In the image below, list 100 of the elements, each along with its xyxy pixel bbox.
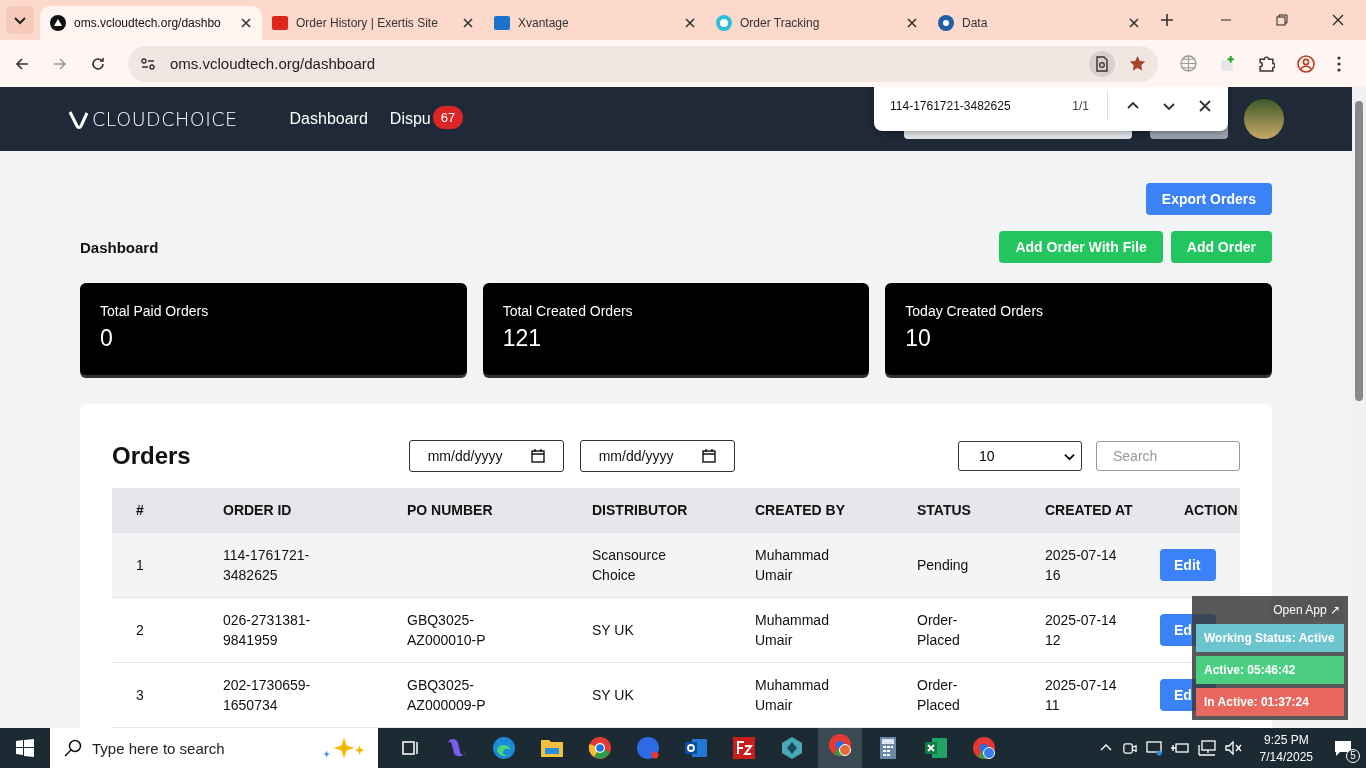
favicon-icon — [272, 15, 288, 31]
browser-tab[interactable]: Xvantage — [484, 6, 706, 40]
distributor-cell-text: Scansource Choice — [592, 546, 667, 585]
browser-tab[interactable]: Order Tracking — [706, 6, 928, 40]
spreadsheet-icon[interactable] — [924, 736, 948, 760]
avatar-photo-placeholder[interactable] — [1244, 99, 1284, 139]
nav-link[interactable]: Dispu — [389, 110, 431, 128]
hexagon-app-icon[interactable] — [780, 736, 804, 760]
address-bar[interactable]: oms.vcloudtech.org/dashboard — [128, 45, 1158, 82]
network-icon[interactable] — [1197, 740, 1216, 756]
scrollbar[interactable] — [1352, 87, 1366, 728]
tab-list-caret-icon[interactable] — [6, 6, 34, 34]
scroll-thumb[interactable] — [1355, 101, 1363, 401]
close-icon[interactable] — [684, 17, 696, 29]
search-icon[interactable] — [64, 739, 82, 757]
row-number: 3 — [136, 686, 144, 705]
page-search-icon[interactable] — [1089, 50, 1115, 77]
po-number-cell-text: GBQ3025-AZ000010-P — [407, 611, 487, 650]
close-icon[interactable] — [1198, 98, 1212, 113]
column-header: ORDER ID — [222, 502, 293, 518]
taskbar-search-field[interactable]: Type here to search — [50, 728, 378, 768]
restore-icon[interactable] — [1276, 14, 1288, 26]
status-bar: Active: 05:46:42 — [1196, 656, 1344, 684]
forward-icon[interactable] — [52, 55, 68, 72]
status-cell-text: Pending — [917, 556, 969, 575]
status-bar: In Active: 01:37:24 — [1196, 688, 1344, 716]
file-transfer-app-icon[interactable] — [732, 736, 756, 760]
wave-browser-icon[interactable] — [492, 736, 516, 760]
search-field[interactable]: Search — [1096, 441, 1240, 471]
edit-button[interactable]: Edit — [1160, 549, 1216, 581]
created-by-cell-text: Muhammad Umair — [755, 611, 830, 650]
profile-icon[interactable] — [1297, 54, 1315, 73]
find-query-field[interactable]: 114-1761721-3482625 — [890, 98, 1059, 113]
date-from-field[interactable]: mm/dd/yyyy — [408, 440, 564, 472]
close-icon[interactable] — [240, 17, 252, 29]
stat-label: Total Created Orders — [502, 303, 633, 319]
orders-title: Orders — [112, 442, 191, 470]
clock-time[interactable]: 9:25 PM — [1263, 732, 1309, 747]
site-settings-icon[interactable] — [140, 55, 156, 72]
calendar-icon[interactable] — [701, 449, 716, 463]
favicon-icon — [938, 15, 954, 31]
browser-profile-icon[interactable] — [828, 733, 852, 757]
browser-profile-icon[interactable] — [972, 736, 996, 760]
nav-link[interactable]: Dashboard — [289, 110, 368, 128]
favicon-icon — [716, 15, 732, 31]
close-icon[interactable] — [906, 17, 918, 29]
column-header: PO NUMBER — [406, 502, 494, 518]
task-view-icon[interactable] — [400, 738, 420, 758]
column-header: # — [135, 502, 145, 518]
created-at-cell-text: 2025-07-14 16 — [1045, 546, 1118, 585]
date-to-field[interactable]: mm/dd/yyyy — [579, 440, 735, 472]
battery-icon[interactable] — [1170, 741, 1189, 755]
order-id-cell-text: 114-1761721-3482625 — [223, 546, 311, 585]
calendar-icon[interactable] — [530, 449, 545, 463]
muted-speaker-icon[interactable] — [1224, 740, 1243, 756]
mail-app-icon[interactable] — [684, 736, 708, 760]
windows-logo-icon[interactable] — [16, 739, 34, 757]
close-icon[interactable] — [462, 17, 474, 29]
close-icon[interactable] — [1128, 17, 1140, 29]
logo-text: CLOUDCHOICE — [92, 108, 238, 130]
star-icon[interactable] — [1129, 55, 1146, 72]
video-app-icon[interactable] — [636, 736, 660, 760]
column-header: CREATED AT — [1044, 502, 1134, 518]
new-tab-icon[interactable] — [1160, 13, 1174, 27]
favicon-icon — [494, 15, 510, 31]
close-icon[interactable] — [1332, 14, 1344, 26]
count-badge: 67 — [432, 105, 464, 129]
browser-tab[interactable]: oms.vcloudtech.org/dashbo — [40, 6, 262, 40]
puzzle-icon[interactable] — [1258, 55, 1275, 72]
row-number: 1 — [136, 556, 144, 575]
page-size-select[interactable]: 10 — [958, 441, 1082, 471]
order-id-cell-text: 026-2731381-9841959 — [223, 611, 312, 650]
distributor-cell-text: SY UK — [592, 621, 634, 640]
column-header: DISTRIBUTOR — [591, 502, 689, 518]
extension-icon[interactable] — [1219, 55, 1236, 72]
stat-label: Today Created Orders — [905, 303, 1044, 319]
stat-label: Total Paid Orders — [100, 303, 209, 319]
globe-icon[interactable] — [1180, 55, 1197, 72]
more-menu-icon[interactable] — [1337, 55, 1341, 72]
status-cell-text: Order-Placed — [917, 611, 961, 650]
favicon-icon — [50, 15, 66, 31]
column-header: CREATED BY — [754, 502, 846, 518]
clock-date[interactable]: 7/14/2025 — [1259, 749, 1313, 764]
back-icon[interactable] — [14, 55, 30, 72]
camera-icon[interactable] — [1121, 740, 1137, 756]
stat-value: 0 — [100, 325, 113, 352]
order-id-cell-text: 202-1730659-1650734 — [223, 676, 312, 715]
created-by-cell-text: Muhammad Umair — [755, 546, 830, 585]
match-count: 1/1 — [1072, 98, 1089, 113]
browser-icon[interactable] — [588, 736, 612, 760]
browser-tab[interactable]: Data — [928, 6, 1150, 40]
reload-icon[interactable] — [90, 55, 106, 72]
status-bar: Working Status: Active — [1196, 624, 1344, 652]
created-by-cell-text: Muhammad Umair — [755, 676, 830, 715]
display-icon[interactable] — [1145, 740, 1162, 756]
page-heading: Dashboard — [80, 238, 159, 256]
created-at-cell-text: 2025-07-14 12 — [1045, 611, 1118, 650]
export-orders-button[interactable]: Export Orders — [1145, 183, 1272, 215]
browser-tab[interactable]: Order History | Exertis Site — [262, 6, 484, 40]
notification-count: 5 — [1346, 749, 1360, 763]
